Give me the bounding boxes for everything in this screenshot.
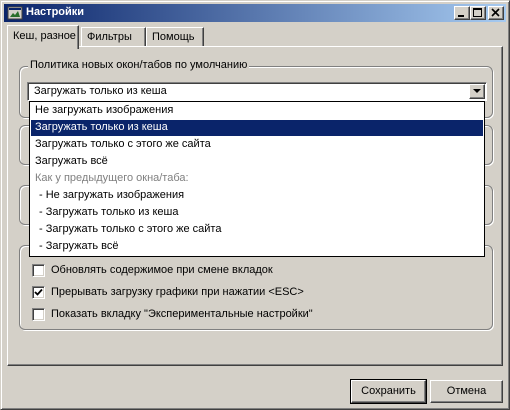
chevron-down-icon: [473, 89, 481, 93]
maximize-button[interactable]: [470, 6, 486, 20]
settings-window: Настройки Кеш, разное Фильтры Помощь Пол…: [0, 0, 510, 410]
tab-help[interactable]: Помощь: [146, 27, 204, 47]
policy-combobox[interactable]: Загружать только из кеша: [27, 82, 487, 101]
checkbox-label: Обновлять содержимое при смене вкладок: [51, 264, 273, 276]
close-icon: [491, 8, 500, 17]
app-icon: [7, 5, 23, 21]
combobox-value: Загружать только из кеша: [34, 85, 167, 97]
tab-label: Помощь: [152, 31, 195, 43]
tab-cache-misc[interactable]: Кеш, разное: [7, 25, 79, 49]
dropdown-option[interactable]: Загружать всё: [31, 154, 483, 170]
dropdown-option[interactable]: - Не загружать изображения: [31, 188, 483, 204]
dropdown-option[interactable]: - Загружать только с этого же сайта: [31, 222, 483, 238]
minimize-icon: [458, 15, 464, 17]
combobox-dropdown-button[interactable]: [469, 84, 485, 99]
dropdown-option[interactable]: - Загружать всё: [31, 239, 483, 255]
checkbox-box[interactable]: [32, 286, 45, 299]
checkbox-label: Прерывать загрузку графики при нажатии <…: [51, 286, 304, 298]
dropdown-option-selected[interactable]: Загружать только из кеша: [31, 120, 483, 136]
tab-filters[interactable]: Фильтры: [81, 27, 146, 47]
title-bar[interactable]: Настройки: [4, 4, 506, 22]
checkbox-box[interactable]: [32, 264, 45, 277]
dropdown-option[interactable]: - Загружать только из кеша: [31, 205, 483, 221]
policy-dropdown-list: Не загружать изображения Загружать тольк…: [29, 101, 485, 257]
cancel-button[interactable]: Отмена: [430, 380, 503, 403]
checkbox-box[interactable]: [32, 308, 45, 321]
dropdown-option[interactable]: Не загружать изображения: [31, 103, 483, 119]
dropdown-section-header: Как у предыдущего окна/таба:: [35, 172, 189, 184]
window-title: Настройки: [26, 6, 85, 18]
minimize-button[interactable]: [454, 6, 470, 20]
tab-label: Фильтры: [87, 31, 132, 43]
checkbox-label: Показать вкладку "Экспериментальные наст…: [51, 308, 313, 320]
policy-group-label: Политика новых окон/табов по умолчанию: [28, 59, 250, 71]
checkmark-icon: [34, 288, 43, 296]
tab-label: Кеш, разное: [13, 30, 76, 42]
close-button[interactable]: [488, 6, 504, 20]
maximize-icon: [473, 8, 482, 17]
dropdown-option[interactable]: Загружать только с этого же сайта: [31, 137, 483, 153]
save-button[interactable]: Сохранить: [350, 379, 427, 404]
